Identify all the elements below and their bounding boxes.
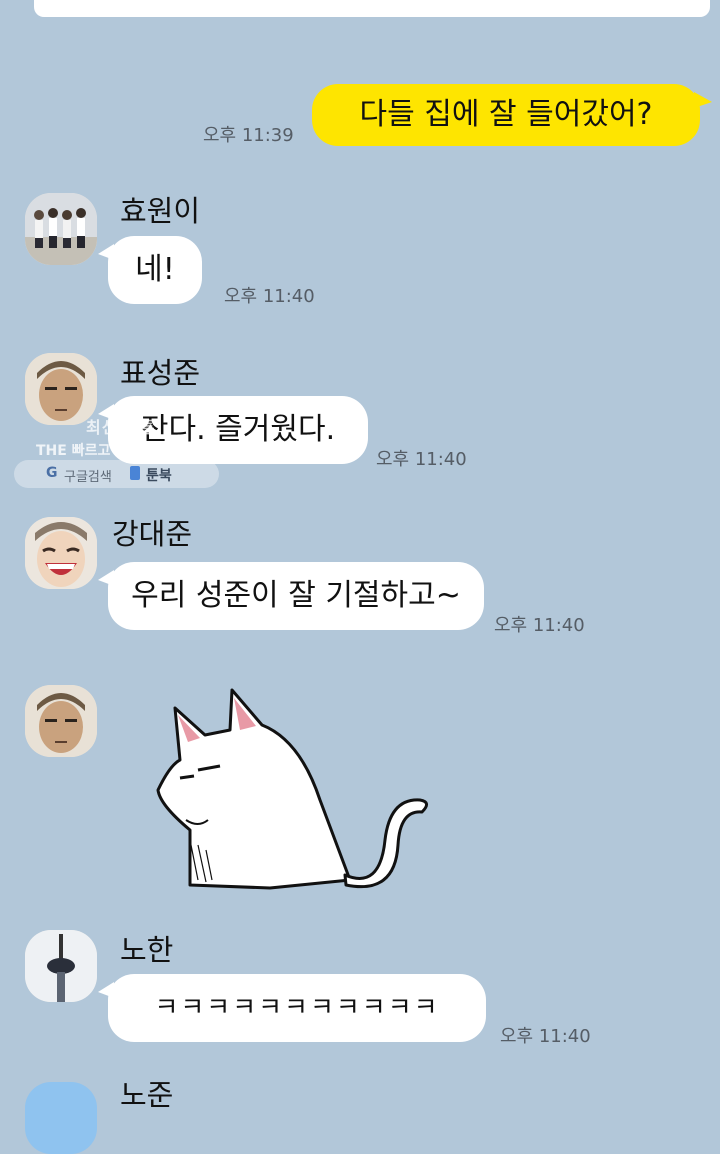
message-time: 오후 11:40 [494,615,585,636]
watermark-title: 최신 웹툰 [86,418,156,437]
watermark: 최신 웹툰 THE 빠르고 THE 편하게 G 구글검색 툰북 [14,410,219,490]
sender-name: 강대준 [112,517,193,551]
watermark-pill: G 구글검색 툰북 [14,460,219,488]
message-time: 오후 11:40 [500,1026,591,1047]
avatar-nohan[interactable] [25,930,97,1002]
message-bubble[interactable]: 우리 성준이 잘 기절하고~ [98,562,484,630]
sender-name: 효원이 [120,194,201,228]
watermark-search-label: 구글검색 [64,470,112,485]
avatar-nojun[interactable] [25,1082,97,1154]
watermark-slogan: THE 빠르고 THE 편하게 [36,443,190,459]
my-message-bubble[interactable]: 다들 집에 잘 들어갔어? [312,84,712,146]
avatar-pyoseongjun[interactable] [25,685,97,757]
avatar-hyowon[interactable] [25,193,97,265]
google-icon: G [46,465,58,481]
message-bubble[interactable]: ㅋㅋㅋㅋㅋㅋㅋㅋㅋㅋㅋ [98,974,486,1042]
message-bubble[interactable]: 네! [98,236,202,304]
avatar-kangdaejun[interactable] [25,517,97,589]
sender-name: 노한 [120,933,174,967]
top-bar [34,0,710,17]
message-time: 오후 11:40 [376,449,467,470]
cat-sticker[interactable] [150,680,430,895]
sender-name: 표성준 [120,356,201,390]
watermark-brand: 툰북 [146,468,172,484]
message-time: 오후 11:40 [224,286,315,307]
sender-name: 노준 [120,1078,174,1112]
message-time: 오후 11:39 [203,125,294,146]
book-icon [130,466,140,480]
